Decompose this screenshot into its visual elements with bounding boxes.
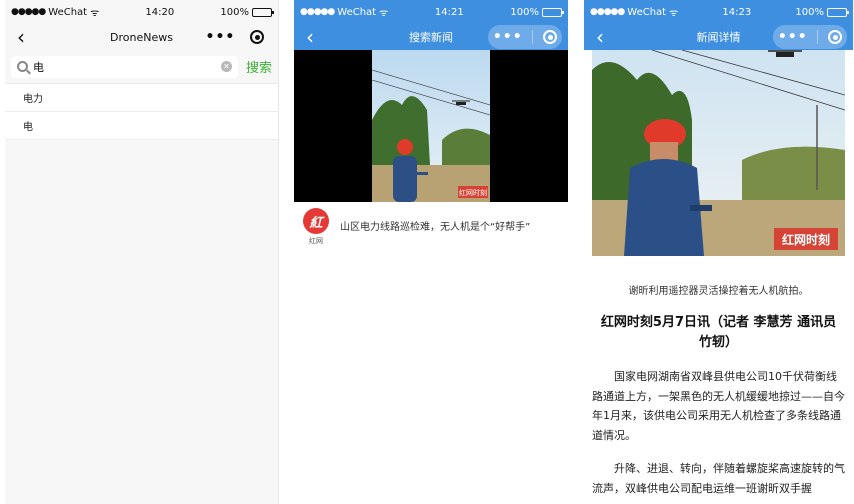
search-bar: 电 ✕ 搜索: [5, 50, 278, 84]
carrier-label: WeChat: [337, 6, 377, 18]
source-avatar: 紅 红网: [302, 208, 330, 246]
more-button[interactable]: •••: [493, 30, 523, 44]
status-bar: ●●●●● WeChat ᯤ 14:21 100%: [294, 0, 568, 24]
suggestion-item[interactable]: 电力: [5, 84, 278, 112]
carrier-label: WeChat: [627, 6, 667, 18]
article-photo: 红网时刻: [592, 50, 845, 256]
video-watermark: 红网时刻: [459, 188, 487, 197]
wifi-icon: ᯤ: [90, 8, 100, 19]
more-button[interactable]: •••: [206, 30, 236, 44]
back-button[interactable]: ‹: [11, 24, 31, 50]
search-results-screen: ●●●●● WeChat ᯤ 14:21 100% ‹ 搜索新闻 ••• 红网时…: [294, 0, 568, 504]
search-box: 电 ✕: [11, 55, 238, 78]
status-time: 14:21: [434, 6, 464, 18]
nav-bar: ‹ DroneNews •••: [5, 24, 278, 50]
suggestion-item[interactable]: 电: [5, 112, 278, 140]
article-paragraph: 升降、进退、转向，伴随着螺旋桨高速旋转的气流声，双峰供电公司配电运维一班谢昕双手…: [592, 462, 845, 495]
nav-bar: ‹ 搜索新闻 •••: [294, 24, 568, 50]
wifi-icon: ᯤ: [379, 8, 389, 19]
source-name: 红网: [309, 237, 323, 245]
news-source-logo-icon: 紅: [303, 208, 329, 234]
signal-icon: ●●●●●: [590, 7, 625, 17]
status-time: 14:20: [145, 6, 175, 18]
chevron-left-icon: ‹: [17, 25, 25, 49]
chevron-left-icon: ‹: [306, 25, 314, 49]
battery-icon: [827, 7, 849, 17]
signal-icon: ●●●●●: [300, 7, 335, 17]
close-button[interactable]: [250, 30, 265, 44]
back-button[interactable]: ‹: [300, 24, 320, 50]
wifi-icon: ᯤ: [669, 8, 679, 19]
news-result-item[interactable]: 紅 红网 山区电力线路巡检难，无人机是个“好帮手”: [294, 202, 568, 252]
article-headline: 红网时刻5月7日讯（记者 李慧芳 通讯员 竹轫）: [600, 315, 837, 350]
battery-percent: 100%: [510, 6, 539, 18]
status-bar: ●●●●● WeChat ᯤ 14:23 100%: [584, 0, 853, 24]
search-icon: [17, 61, 28, 72]
page-title: 新闻详情: [696, 31, 741, 44]
close-button[interactable]: [828, 30, 843, 44]
mini-program-capsule: •••: [198, 25, 272, 49]
article-body: 红网时刻 谢昕利用遥控器灵活操控着无人机航拍。 红网时刻5月7日讯（记者 李慧芳…: [584, 50, 853, 498]
news-detail-screen: ●●●●● WeChat ᯤ 14:23 100% ‹ 新闻详情 ••• 红网时…: [584, 0, 853, 504]
status-time: 14:23: [722, 6, 752, 18]
clear-icon[interactable]: ✕: [220, 61, 232, 72]
battery-percent: 100%: [220, 6, 249, 18]
status-bar: ●●●●● WeChat ᯤ 14:20 100%: [5, 0, 278, 24]
search-input[interactable]: 电: [33, 59, 216, 75]
video-player[interactable]: 红网时刻: [294, 50, 568, 202]
close-button[interactable]: [543, 30, 558, 44]
battery-icon: [542, 7, 564, 17]
photo-watermark: 红网时刻: [782, 232, 830, 247]
page-title: 搜索新闻: [409, 31, 453, 44]
mini-program-capsule: •••: [773, 25, 847, 49]
signal-icon: ●●●●●: [11, 7, 46, 17]
battery-percent: 100%: [795, 6, 824, 18]
chevron-left-icon: ‹: [596, 25, 604, 49]
drone-video-frame: 红网时刻: [372, 50, 490, 202]
page-title: DroneNews: [110, 30, 173, 44]
more-button[interactable]: •••: [778, 30, 808, 44]
back-button[interactable]: ‹: [590, 24, 610, 50]
nav-bar: ‹ 新闻详情 •••: [584, 24, 853, 50]
article-paragraph: 国家电网湖南省双峰县供电公司10千伏荷衡线路通道上方，一架黑色的无人机缓缓地掠过…: [592, 370, 845, 442]
news-title: 山区电力线路巡检难，无人机是个“好帮手”: [340, 222, 531, 233]
search-button[interactable]: 搜索: [246, 57, 272, 76]
mini-program-capsule: •••: [488, 25, 562, 49]
photo-caption: 谢昕利用遥控器灵活操控着无人机航拍。: [628, 286, 809, 297]
carrier-label: WeChat: [48, 6, 88, 18]
battery-icon: [252, 7, 274, 17]
search-screen: ●●●●● WeChat ᯤ 14:20 100% ‹ DroneNews ••…: [5, 0, 279, 504]
